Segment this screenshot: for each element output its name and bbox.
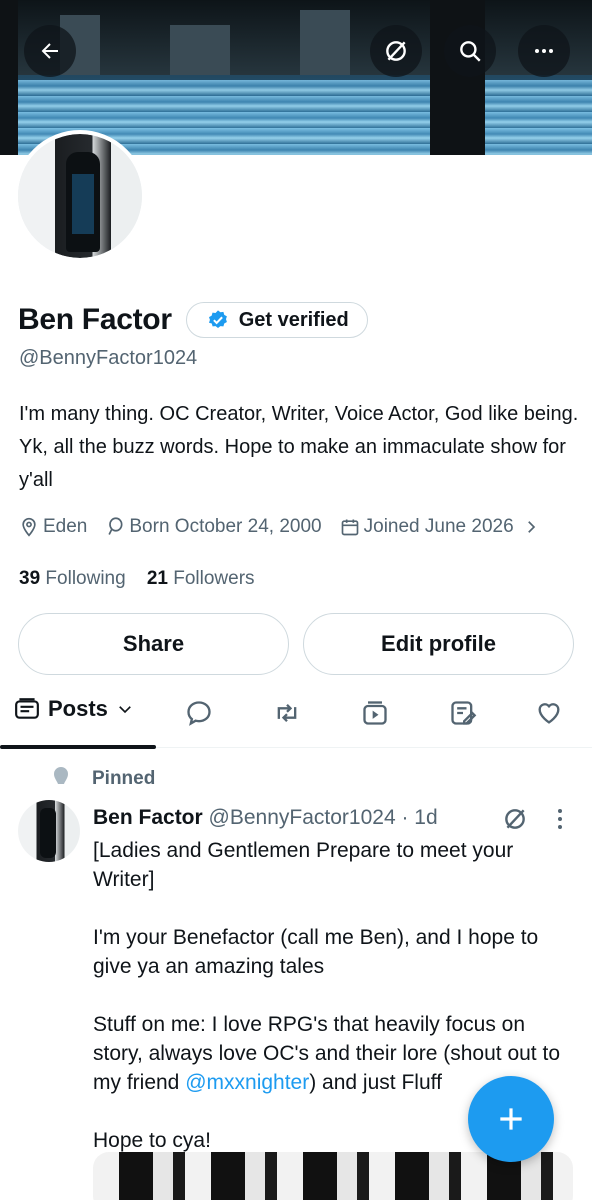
post-text-part: [Ladies and Gentlemen Prepare to meet yo…	[93, 839, 560, 1094]
more-vertical-icon	[558, 809, 562, 829]
tab-posts[interactable]: Posts	[14, 696, 134, 722]
active-tab-indicator	[0, 745, 156, 749]
balloon-icon	[108, 517, 123, 535]
pin-icon	[54, 767, 68, 784]
joined-item[interactable]: Joined June 2026	[340, 516, 544, 538]
edit-profile-label: Edit profile	[381, 631, 496, 656]
search-icon	[460, 41, 481, 62]
banner-pillar	[430, 0, 485, 155]
repost-icon	[277, 704, 297, 722]
articles-icon	[451, 701, 477, 725]
post-author-name[interactable]: Ben Factor	[93, 806, 203, 829]
avatar-image	[18, 134, 142, 258]
avatar-figure-accent	[72, 174, 94, 234]
more-horizontal-icon	[535, 49, 553, 53]
post-header: Ben Factor @BennyFactor1024 · 1d	[93, 806, 438, 830]
verified-badge-icon	[208, 310, 227, 328]
chevron-right-icon	[527, 521, 535, 533]
birthday-item: Born October 24, 2000	[105, 516, 322, 538]
post-author-meta: @BennyFactor1024 · 1d	[208, 806, 438, 829]
post-mention-link[interactable]: @mxxnighter	[185, 1071, 309, 1094]
compose-post-button[interactable]	[468, 1076, 554, 1162]
posts-feed-icon	[15, 698, 39, 719]
plus-icon	[500, 1108, 522, 1130]
post-author-avatar[interactable]	[18, 800, 80, 862]
profile-tabs: Posts	[0, 680, 592, 749]
pinned-indicator: Pinned	[50, 766, 155, 792]
chevron-down-icon	[119, 706, 131, 714]
grok-button[interactable]	[370, 25, 422, 77]
grok-icon	[505, 809, 525, 829]
post-avatar-image	[18, 800, 80, 862]
follow-stats: 39 Following 21 Followers	[19, 568, 255, 590]
grok-icon	[386, 41, 406, 61]
profile-bio: I'm many thing. OC Creator, Writer, Voic…	[19, 403, 579, 491]
arrow-left-icon	[41, 43, 58, 59]
banner-pillar	[0, 0, 18, 155]
post-avatar-figure	[40, 808, 56, 858]
following-label: Following	[45, 568, 126, 589]
banner-building	[170, 25, 230, 75]
profile-avatar[interactable]	[14, 130, 146, 262]
like-icon	[538, 703, 560, 724]
location-icon	[22, 517, 36, 537]
followers-count: 21	[146, 568, 168, 589]
pinned-label: Pinned	[92, 768, 156, 789]
reply-icon	[187, 701, 211, 726]
name-row: Ben Factor Get verified	[18, 302, 368, 338]
tab-articles[interactable]	[448, 698, 478, 728]
tab-media[interactable]	[360, 698, 390, 728]
post-grok-button[interactable]	[502, 806, 528, 837]
post-more-button[interactable]	[550, 806, 570, 837]
more-button[interactable]	[518, 25, 570, 77]
banner-building	[300, 10, 350, 75]
following-link[interactable]: 39 Following	[19, 568, 126, 589]
followers-label: Followers	[173, 568, 255, 589]
tab-replies[interactable]	[184, 698, 214, 728]
share-button[interactable]: Share	[18, 613, 289, 675]
get-verified-button[interactable]: Get verified	[185, 302, 368, 338]
get-verified-label: Get verified	[238, 308, 349, 331]
back-button[interactable]	[24, 25, 76, 77]
search-button[interactable]	[444, 25, 496, 77]
profile-meta: Eden Born October 24, 2000 Joined June 2…	[19, 516, 562, 538]
edit-profile-button[interactable]: Edit profile	[303, 613, 574, 675]
tab-likes[interactable]	[534, 698, 564, 728]
tab-reposts[interactable]	[272, 698, 302, 728]
tab-posts-label: Posts	[48, 696, 108, 721]
profile-handle: @BennyFactor1024	[19, 347, 198, 369]
display-name: Ben Factor	[18, 303, 172, 336]
location-item: Eden	[19, 516, 87, 538]
birthday-text: Born October 24, 2000	[129, 516, 322, 537]
share-label: Share	[122, 631, 185, 656]
location-text: Eden	[43, 516, 88, 537]
media-icon	[363, 701, 387, 725]
joined-text: Joined June 2026	[363, 516, 514, 537]
following-count: 39	[19, 568, 41, 589]
profile-actions: Share Edit profile	[18, 613, 574, 675]
calendar-icon	[341, 519, 358, 536]
followers-link[interactable]: 21 Followers	[147, 568, 255, 589]
